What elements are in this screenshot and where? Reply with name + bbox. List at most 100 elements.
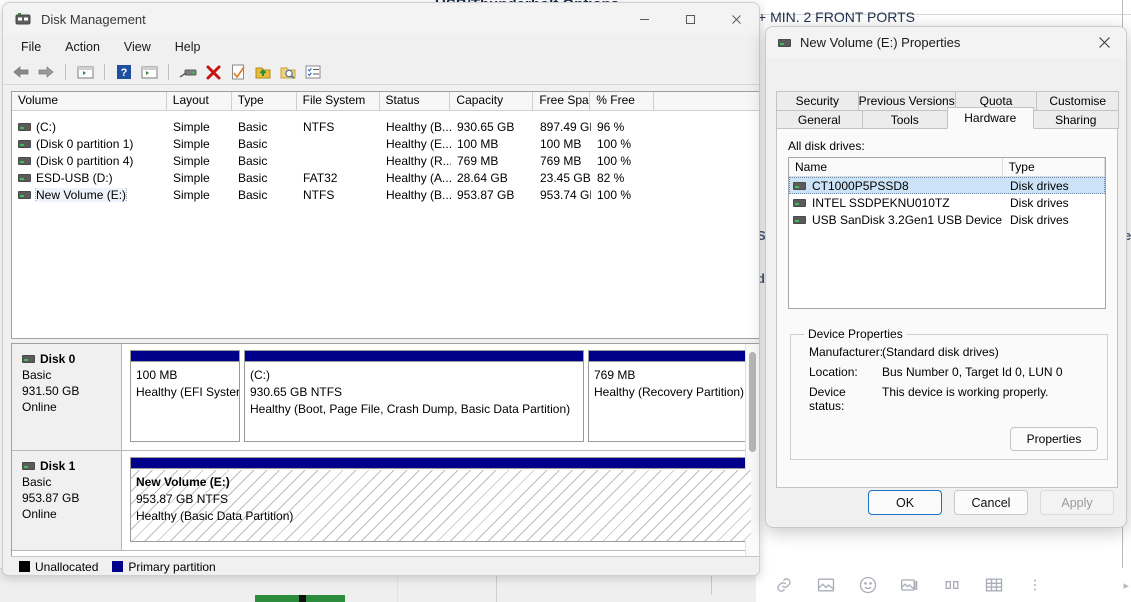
partition-size: 953.87 GB NTFS — [136, 492, 229, 506]
rescan-disks-icon[interactable] — [178, 62, 198, 82]
hardware-tab-panel: All disk drives: Name Type CT1000P5PSSD8… — [776, 128, 1118, 488]
legend-label-primary: Primary partition — [128, 559, 216, 574]
gallery-icon[interactable] — [900, 575, 920, 595]
partition-health: Healthy (Recovery Partition) — [594, 385, 745, 399]
show-hide-action-pane-icon[interactable] — [139, 62, 159, 82]
table-row[interactable]: (Disk 0 partition 4) Simple Basic Health… — [12, 152, 759, 169]
disk-drives-list-header: Name Type — [789, 158, 1105, 177]
disk-management-window: Disk Management File Action View Help ? … — [2, 2, 760, 576]
table-row[interactable]: ESD-USB (D:) Simple Basic FAT32 Healthy … — [12, 169, 759, 186]
properties-title: New Volume (E:) Properties — [800, 35, 961, 50]
table-row[interactable]: (C:) Simple Basic NTFS Healthy (B... 930… — [12, 118, 759, 135]
emoji-icon[interactable] — [858, 575, 878, 595]
disk-partitions-0: 100 MB Healthy (EFI Syster (C:) 930.65 G… — [122, 344, 759, 450]
tab-customise[interactable]: Customise — [1036, 91, 1120, 110]
volume-capacity: 28.64 GB — [457, 170, 508, 185]
tab-sharing[interactable]: Sharing — [1032, 110, 1119, 129]
column-header-capacity[interactable]: Capacity — [450, 92, 534, 111]
disk-graphical-view[interactable]: Disk 0 Basic 931.50 GB Online 100 MB Hea… — [11, 343, 759, 565]
export-list-icon[interactable] — [253, 62, 273, 82]
toolbar-separator-1 — [65, 64, 66, 80]
disk-state-0: Online — [22, 400, 57, 414]
tab-tools[interactable]: Tools — [861, 110, 948, 129]
drive-type: Disk drives — [1010, 195, 1069, 210]
device-manufacturer-row: Manufacturer: (Standard disk drives) — [800, 345, 1098, 359]
volume-fs: NTFS — [303, 119, 335, 134]
volume-status: Healthy (E... — [386, 136, 451, 151]
partition[interactable]: New Volume (E:) 953.87 GB NTFS Healthy (… — [130, 457, 752, 542]
quote-icon[interactable] — [942, 575, 962, 595]
volume-status: Healthy (R... — [386, 153, 451, 168]
volume-type: Basic — [238, 119, 268, 134]
column-header-volume[interactable]: Volume — [12, 92, 167, 111]
forward-icon[interactable] — [36, 62, 56, 82]
volume-status: Healthy (A... — [386, 170, 451, 185]
partition-health: Healthy (Basic Data Partition) — [136, 509, 294, 523]
properties-icon[interactable] — [228, 62, 248, 82]
volume-type: Basic — [238, 153, 268, 168]
partition-health: Healthy (Boot, Page File, Crash Dump, Ba… — [250, 402, 571, 416]
back-icon[interactable] — [11, 62, 31, 82]
volume-name: (Disk 0 partition 1) — [36, 136, 134, 151]
image-icon[interactable] — [816, 575, 836, 595]
show-details-icon[interactable] — [303, 62, 323, 82]
menu-file[interactable]: File — [15, 37, 53, 57]
column-header-name[interactable]: Name — [789, 158, 1003, 177]
volume-name: New Volume (E:) — [34, 187, 128, 202]
column-header-blank[interactable] — [654, 92, 759, 111]
menu-view[interactable]: View — [112, 37, 163, 57]
column-header-status[interactable]: Status — [379, 92, 451, 111]
table-row[interactable]: New Volume (E:) Simple Basic NTFS Health… — [12, 186, 759, 203]
column-header-layout[interactable]: Layout — [166, 92, 232, 111]
table-icon[interactable] — [984, 575, 1004, 595]
tab-previous-versions[interactable]: Previous Versions — [857, 91, 956, 110]
chevron-right-icon[interactable]: ▸ — [1123, 579, 1129, 592]
minimize-button[interactable] — [621, 3, 667, 35]
disk-block-0[interactable]: Disk 0 Basic 931.50 GB Online 100 MB Hea… — [12, 344, 759, 451]
menu-help[interactable]: Help — [163, 37, 213, 57]
partition[interactable]: (C:) 930.65 GB NTFS Healthy (Boot, Page … — [244, 350, 584, 442]
scrollbar-thumb[interactable] — [749, 352, 756, 452]
cancel-button[interactable]: Cancel — [954, 490, 1028, 515]
column-header-type[interactable]: Type — [1002, 158, 1105, 177]
disk-block-1[interactable]: Disk 1 Basic 953.87 GB Online New Volume… — [12, 451, 759, 551]
volume-percent: 100 % — [597, 136, 632, 151]
tab-security[interactable]: Security — [776, 91, 859, 110]
list-item[interactable]: CT1000P5PSSD8 Disk drives — [789, 177, 1105, 194]
disk-icon — [22, 462, 35, 470]
search-disk-icon[interactable] — [278, 62, 298, 82]
partition[interactable]: 100 MB Healthy (EFI Syster — [130, 350, 240, 442]
tab-hardware[interactable]: Hardware — [947, 107, 1034, 129]
volume-list[interactable]: Volume Layout Type File System Status Ca… — [11, 91, 759, 339]
device-properties-button[interactable]: Properties — [1010, 427, 1098, 451]
column-header-percent-free[interactable]: % Free — [590, 92, 655, 111]
link-icon[interactable] — [774, 575, 794, 595]
volume-free: 23.45 GB — [540, 170, 591, 185]
list-item[interactable]: USB SanDisk 3.2Gen1 USB Device Disk driv… — [789, 211, 1105, 228]
volume-percent: 82 % — [597, 170, 625, 185]
legend-swatch-primary — [112, 561, 124, 572]
svg-text:?: ? — [121, 67, 128, 79]
delete-icon[interactable] — [203, 62, 223, 82]
volume-capacity: 769 MB — [457, 153, 499, 168]
maximize-button[interactable] — [667, 3, 713, 35]
menu-action[interactable]: Action — [53, 37, 112, 57]
table-row[interactable]: (Disk 0 partition 1) Simple Basic Health… — [12, 135, 759, 152]
column-header-file-system[interactable]: File System — [296, 92, 380, 111]
ok-button[interactable]: OK — [868, 490, 942, 515]
close-icon[interactable] — [1082, 27, 1126, 58]
close-button[interactable] — [713, 3, 759, 35]
list-item[interactable]: INTEL SSDPEKNU010TZ Disk drives — [789, 194, 1105, 211]
help-icon[interactable]: ? — [114, 62, 134, 82]
all-disk-drives-label: All disk drives: — [788, 139, 865, 153]
column-header-type[interactable]: Type — [231, 92, 297, 111]
tab-general[interactable]: General — [776, 110, 863, 129]
column-header-free-space[interactable]: Free Spa... — [533, 92, 591, 111]
drive-type: Disk drives — [1010, 212, 1069, 227]
partition[interactable]: 769 MB Healthy (Recovery Partition) — [588, 350, 759, 442]
device-manufacturer-label: Manufacturer: — [809, 345, 884, 360]
show-hide-console-tree-icon[interactable] — [75, 62, 95, 82]
more-vertical-icon[interactable] — [1026, 576, 1044, 594]
disk-drives-list[interactable]: Name Type CT1000P5PSSD8 Disk drives INTE… — [788, 157, 1106, 309]
disk-management-toolbar: ? — [3, 60, 759, 85]
